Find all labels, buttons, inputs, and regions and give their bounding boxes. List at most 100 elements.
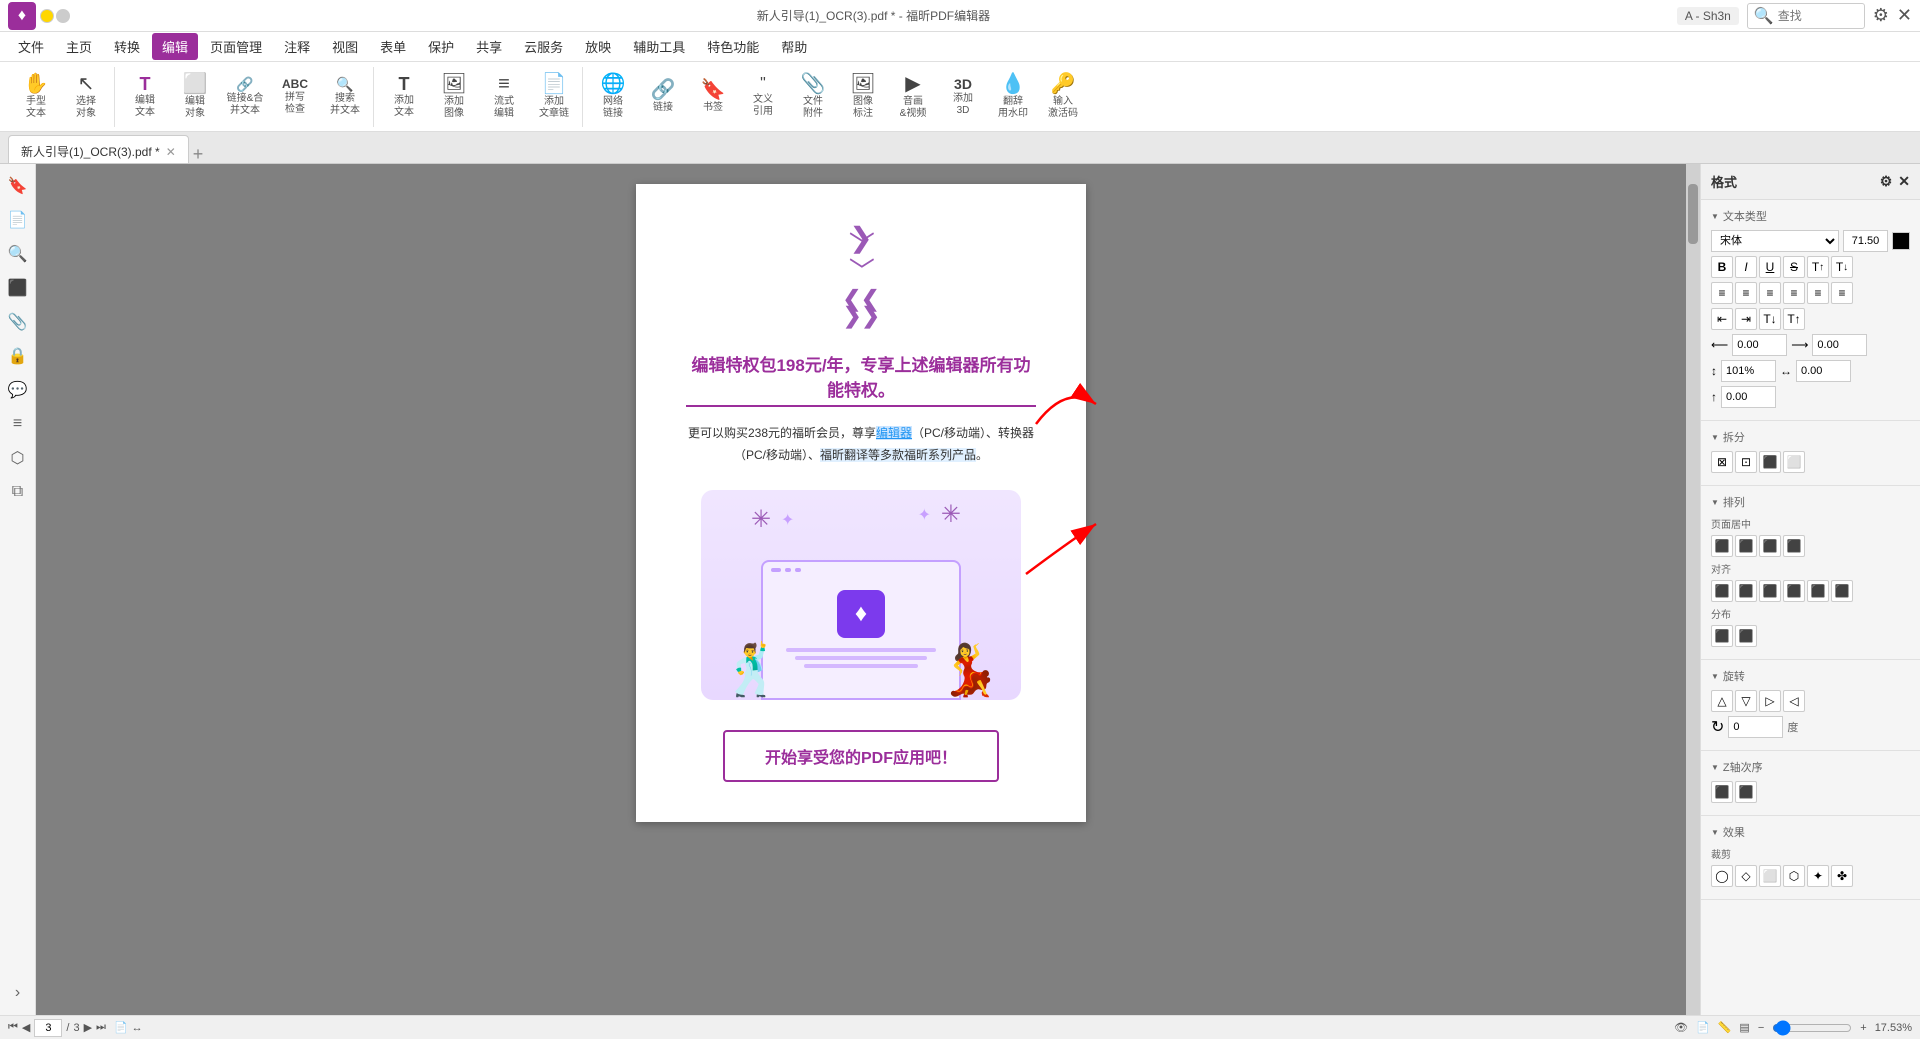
settings-icon[interactable]: ⚙ bbox=[1873, 5, 1889, 26]
next-next-btn[interactable]: ⏭ bbox=[96, 1021, 106, 1034]
watermark-btn[interactable]: 💧 翻辞用水印 bbox=[989, 69, 1037, 125]
rotate-cw-btn[interactable]: ▷ bbox=[1759, 690, 1781, 712]
sidebar-icon-comment[interactable]: 💬 bbox=[4, 376, 32, 404]
flip-h-btn[interactable]: △ bbox=[1711, 690, 1733, 712]
search-text-btn[interactable]: 🔍 搜索并文本 bbox=[321, 69, 369, 125]
strikethrough-btn[interactable]: S bbox=[1783, 256, 1805, 278]
menu-tools[interactable]: 辅助工具 bbox=[623, 33, 695, 60]
doc-scrollbar[interactable] bbox=[1686, 164, 1700, 1015]
zoom-in-btn[interactable]: + bbox=[1860, 1022, 1866, 1034]
view-icon-1[interactable]: 👁 bbox=[1674, 1021, 1688, 1034]
sidebar-icon-bookmark[interactable]: 🔖 bbox=[4, 172, 32, 200]
zoom-out-btn[interactable]: − bbox=[1758, 1022, 1764, 1034]
panel-settings-icon[interactable]: ⚙ bbox=[1880, 173, 1893, 190]
sidebar-icon-lock[interactable]: 🔒 bbox=[4, 342, 32, 370]
hyph-btn-1[interactable]: ⊠ bbox=[1711, 451, 1733, 473]
align3-btn[interactable]: ⬛ bbox=[1759, 580, 1781, 602]
hand-tool-btn[interactable]: ✋ 手型文本 bbox=[12, 69, 60, 125]
link-merge-btn[interactable]: 🔗 链接&合并文本 bbox=[221, 69, 269, 125]
attachment-btn[interactable]: 📎 文件附件 bbox=[789, 69, 837, 125]
align1-btn[interactable]: ⬛ bbox=[1711, 580, 1733, 602]
menu-form[interactable]: 表单 bbox=[370, 33, 416, 60]
sidebar-icon-stamp[interactable]: ⬡ bbox=[4, 444, 32, 472]
indent-dec-btn[interactable]: ⇤ bbox=[1711, 308, 1733, 330]
page-input[interactable] bbox=[34, 1019, 62, 1037]
align2-btn[interactable]: ⬛ bbox=[1735, 580, 1757, 602]
sidebar-icon-fields[interactable]: ≡ bbox=[4, 410, 32, 438]
add-article-btn[interactable]: 📄 添加文章链 bbox=[530, 69, 578, 125]
cta-button[interactable]: 开始享受您的PDF应用吧！ bbox=[723, 730, 999, 782]
menu-convert[interactable]: 转换 bbox=[104, 33, 150, 60]
center-h-btn[interactable]: ⬛ bbox=[1711, 535, 1733, 557]
search-box[interactable]: 🔍 bbox=[1747, 3, 1865, 29]
prev-btn[interactable]: ◀ bbox=[22, 1021, 30, 1034]
rotation-input[interactable] bbox=[1728, 716, 1783, 738]
spell-check-btn[interactable]: ABC 拼写检查 bbox=[271, 69, 319, 125]
superscript-btn[interactable]: T↑ bbox=[1807, 256, 1829, 278]
font-selector[interactable]: 宋体 bbox=[1711, 230, 1839, 252]
dist2-btn[interactable]: ⬛ bbox=[1735, 625, 1757, 647]
sidebar-collapse-btn[interactable]: › bbox=[4, 979, 32, 1007]
font-size-dec-btn[interactable]: T↓ bbox=[1759, 308, 1781, 330]
dist1-btn[interactable]: ⬛ bbox=[1711, 625, 1733, 647]
close-icon[interactable]: ✕ bbox=[1897, 5, 1912, 26]
underline-btn[interactable]: U bbox=[1759, 256, 1781, 278]
select-tool-btn[interactable]: ↖ 选择对象 bbox=[62, 69, 110, 125]
citation-btn[interactable]: " 文义引用 bbox=[739, 69, 787, 125]
crop5-btn[interactable]: ✦ bbox=[1807, 865, 1829, 887]
view-icon-4[interactable]: ▤ bbox=[1739, 1021, 1749, 1034]
menu-features[interactable]: 特色功能 bbox=[697, 33, 769, 60]
crop1-btn[interactable]: ◯ bbox=[1711, 865, 1733, 887]
sidebar-icon-attachment[interactable]: 📎 bbox=[4, 308, 32, 336]
prev-prev-btn[interactable]: ⏮ bbox=[8, 1021, 18, 1034]
menu-comment[interactable]: 注释 bbox=[274, 33, 320, 60]
to-front-btn[interactable]: ⬛ bbox=[1711, 781, 1733, 803]
rotate-ccw-btn[interactable]: ◁ bbox=[1783, 690, 1805, 712]
hyph-btn-4[interactable]: ⬜ bbox=[1783, 451, 1805, 473]
font-size-inc-btn[interactable]: T↑ bbox=[1783, 308, 1805, 330]
align-justify2-btn[interactable]: ≡ bbox=[1807, 282, 1829, 304]
align-right-btn[interactable]: ≡ bbox=[1759, 282, 1781, 304]
line-spacing-input[interactable] bbox=[1721, 360, 1776, 382]
align5-btn[interactable]: ⬛ bbox=[1807, 580, 1829, 602]
hyph-btn-3[interactable]: ⬛ bbox=[1759, 451, 1781, 473]
edit-text-btn[interactable]: T 编辑文本 bbox=[121, 69, 169, 125]
sidebar-icon-search[interactable]: 🔍 bbox=[4, 240, 32, 268]
center-hv2-btn[interactable]: ⬛ bbox=[1783, 535, 1805, 557]
menu-home[interactable]: 主页 bbox=[56, 33, 102, 60]
menu-slideshow[interactable]: 放映 bbox=[575, 33, 621, 60]
panel-close-icon[interactable]: ✕ bbox=[1898, 173, 1910, 190]
align4-btn[interactable]: ⬛ bbox=[1783, 580, 1805, 602]
font-size-input[interactable] bbox=[1843, 230, 1888, 252]
view-icon-3[interactable]: 📏 bbox=[1718, 1021, 1732, 1034]
crop3-btn[interactable]: ⬜ bbox=[1759, 865, 1781, 887]
media-btn[interactable]: ▶ 音画&视频 bbox=[889, 69, 937, 125]
crop4-btn[interactable]: ⬡ bbox=[1783, 865, 1805, 887]
align-center-btn[interactable]: ≡ bbox=[1735, 282, 1757, 304]
font-color-picker[interactable] bbox=[1892, 232, 1910, 250]
flip-v-btn[interactable]: ▽ bbox=[1735, 690, 1757, 712]
center-v-btn[interactable]: ⬛ bbox=[1735, 535, 1757, 557]
right-margin-input[interactable] bbox=[1812, 334, 1867, 356]
minimize-btn[interactable] bbox=[40, 9, 54, 23]
maximize-btn[interactable] bbox=[56, 9, 70, 23]
web-link-btn[interactable]: 🌐 网络链接 bbox=[589, 69, 637, 125]
sidebar-icon-copy[interactable]: ⧉ bbox=[4, 478, 32, 506]
document-tab[interactable]: 新人引导(1)_OCR(3).pdf * ✕ bbox=[8, 135, 189, 163]
menu-share[interactable]: 共享 bbox=[466, 33, 512, 60]
user-account[interactable]: A - Sh3n bbox=[1677, 7, 1739, 25]
crop6-btn[interactable]: ✤ bbox=[1831, 865, 1853, 887]
crop2-btn[interactable]: ◇ bbox=[1735, 865, 1757, 887]
zoom-slider[interactable] bbox=[1772, 1020, 1852, 1036]
left-margin-input[interactable] bbox=[1732, 334, 1787, 356]
menu-view[interactable]: 视图 bbox=[322, 33, 368, 60]
align6-btn[interactable]: ⬛ bbox=[1831, 580, 1853, 602]
to-back-btn[interactable]: ⬛ bbox=[1735, 781, 1757, 803]
hyph-btn-2[interactable]: ⊡ bbox=[1735, 451, 1757, 473]
subscript-btn[interactable]: T↓ bbox=[1831, 256, 1853, 278]
edit-object-btn[interactable]: ⬜ 编辑对象 bbox=[171, 69, 219, 125]
add-image-btn[interactable]: 🖼 添加图像 bbox=[430, 69, 478, 125]
view-icon-2[interactable]: 📄 bbox=[1696, 1021, 1710, 1034]
indent-inc-btn[interactable]: ⇥ bbox=[1735, 308, 1757, 330]
align-left-btn[interactable]: ≡ bbox=[1711, 282, 1733, 304]
